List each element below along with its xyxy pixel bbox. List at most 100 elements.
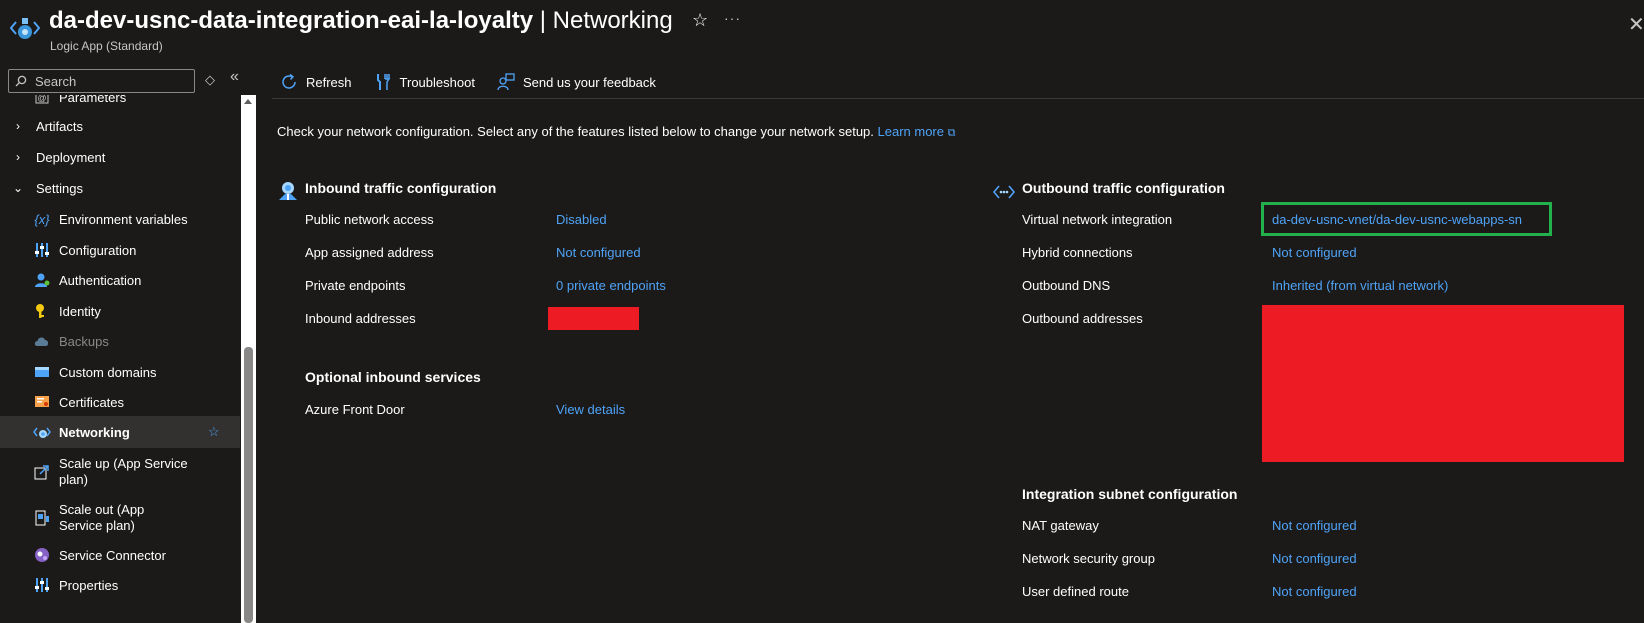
svg-text:@: @ — [37, 95, 46, 103]
app-assigned-address-link[interactable]: Not configured — [556, 245, 641, 260]
sidebar-group-deployment[interactable]: › Deployment — [0, 146, 240, 168]
chevron-right-icon: › — [16, 150, 20, 164]
inbound-row-label: Private endpoints — [305, 278, 406, 293]
sidebar-scrollbar[interactable] — [241, 95, 256, 623]
public-network-access-link[interactable]: Disabled — [556, 212, 607, 227]
inbound-title: Inbound traffic configuration — [305, 180, 497, 196]
outbound-row-label: Outbound DNS — [1022, 278, 1111, 293]
intro-text: Check your network configuration. Select… — [277, 124, 955, 140]
close-icon[interactable]: ✕ — [1628, 12, 1644, 37]
scale-up-icon — [33, 463, 51, 481]
sidebar-item-label: Environment variables — [59, 211, 188, 227]
integration-subnet-title: Integration subnet configuration — [1022, 486, 1238, 502]
troubleshoot-button[interactable]: Troubleshoot — [374, 73, 475, 91]
sidebar-item-properties[interactable]: Properties — [0, 573, 240, 597]
parameters-icon: @ — [33, 95, 51, 106]
chevron-down-icon: ⌄ — [12, 181, 24, 195]
page-title: da-dev-usnc-data-integration-eai-la-loya… — [49, 7, 673, 35]
sidebar-item-label: Service Connector — [59, 547, 166, 563]
toolbar-divider — [272, 98, 1644, 99]
outbound-row-label: Hybrid connections — [1022, 245, 1133, 260]
page-header: da-dev-usnc-data-integration-eai-la-loya… — [0, 0, 1644, 60]
sidebar-item-authentication[interactable]: Authentication — [0, 268, 240, 292]
troubleshoot-icon — [374, 73, 392, 91]
command-bar: Refresh Troubleshoot Send us your feedba… — [280, 70, 678, 94]
sidebar-item-networking[interactable]: Networking ☆ — [0, 416, 240, 448]
logic-app-icon — [10, 18, 40, 39]
scale-out-icon — [33, 509, 51, 527]
inbound-addresses-redaction — [548, 307, 639, 330]
sidebar-item-parameters[interactable]: @ Parameters — [0, 95, 240, 107]
outbound-row-label: Outbound addresses — [1022, 311, 1143, 326]
sidebar-item-label: Custom domains — [59, 364, 157, 380]
sidebar-item-label: Scale up (App Service plan) — [59, 456, 188, 487]
external-link-icon: ⧉ — [947, 127, 956, 139]
sidebar-item-label: Configuration — [59, 242, 137, 258]
optional-inbound-row-label: Azure Front Door — [305, 402, 405, 417]
key-icon — [33, 302, 51, 320]
inbound-row-label: Public network access — [305, 212, 434, 227]
hybrid-connections-link[interactable]: Not configured — [1272, 245, 1357, 260]
sidebar-item-label: Settings — [36, 180, 83, 196]
backup-cloud-icon — [33, 332, 51, 350]
integration-subnet-row-label: Network security group — [1022, 551, 1155, 566]
sidebar-item-label: Deployment — [36, 149, 106, 165]
feedback-icon — [497, 73, 515, 91]
inbound-row-label: Inbound addresses — [305, 311, 416, 326]
refresh-button[interactable]: Refresh — [280, 73, 352, 91]
scroll-up-arrow-icon[interactable] — [244, 99, 252, 104]
favorite-star-icon[interactable]: ☆ — [208, 424, 220, 440]
inbound-traffic-icon — [279, 182, 297, 200]
sidebar-group-artifacts[interactable]: › Artifacts — [0, 115, 240, 137]
title-separator: | — [539, 7, 546, 34]
custom-domains-icon — [33, 363, 51, 381]
outbound-traffic-icon — [993, 185, 1015, 199]
send-feedback-button[interactable]: Send us your feedback — [497, 73, 656, 91]
sidebar-item-label: Identity — [59, 303, 101, 319]
virtual-network-integration-link[interactable]: da-dev-usnc-vnet/da-dev-usnc-webapps-sn — [1272, 212, 1522, 227]
sidebar-item-backups[interactable]: Backups — [0, 329, 240, 353]
sidebar-item-label: Networking — [59, 424, 130, 440]
sidebar-item-scale-out[interactable]: Scale out (App Service plan) — [0, 501, 240, 535]
search-input[interactable] — [35, 73, 185, 89]
resource-name: da-dev-usnc-data-integration-eai-la-loya… — [49, 7, 534, 34]
sidebar-item-label: Backups — [59, 333, 109, 349]
properties-icon — [33, 576, 51, 594]
sidebar-item-identity[interactable]: Identity — [0, 299, 240, 323]
outbound-addresses-redaction — [1262, 305, 1624, 462]
more-options-icon[interactable]: ··· — [724, 10, 741, 26]
outbound-dns-link[interactable]: Inherited (from virtual network) — [1272, 278, 1448, 293]
learn-more-label: Learn more — [877, 124, 944, 139]
troubleshoot-label: Troubleshoot — [399, 74, 475, 90]
learn-more-link[interactable]: Learn more ⧉ — [878, 124, 956, 139]
sidebar-search[interactable] — [8, 69, 195, 93]
private-endpoints-link[interactable]: 0 private endpoints — [556, 278, 666, 293]
nat-gateway-link[interactable]: Not configured — [1272, 518, 1357, 533]
sidebar-item-certificates[interactable]: Certificates — [0, 390, 240, 414]
sidebar-item-environment-variables[interactable]: {x} Environment variables — [0, 207, 240, 231]
sort-icon[interactable]: ◇ — [205, 72, 215, 88]
outbound-row-label: Virtual network integration — [1022, 212, 1173, 227]
environment-variables-icon: {x} — [34, 211, 50, 227]
search-icon — [15, 75, 27, 87]
sidebar-item-configuration[interactable]: Configuration — [0, 238, 240, 262]
resource-type: Logic App (Standard) — [50, 39, 163, 53]
collapse-sidebar-icon[interactable]: « — [230, 68, 239, 86]
refresh-icon — [280, 73, 298, 91]
configuration-icon — [33, 241, 51, 259]
sidebar-item-label: Artifacts — [36, 118, 83, 134]
refresh-label: Refresh — [306, 74, 352, 90]
send-feedback-label: Send us your feedback — [522, 74, 656, 90]
sidebar-item-service-connector[interactable]: Service Connector — [0, 543, 240, 567]
azure-front-door-view-details-link[interactable]: View details — [556, 402, 625, 417]
sidebar-item-custom-domains[interactable]: Custom domains — [0, 360, 240, 384]
network-security-group-link[interactable]: Not configured — [1272, 551, 1357, 566]
user-defined-route-link[interactable]: Not configured — [1272, 584, 1357, 599]
integration-subnet-row-label: NAT gateway — [1022, 518, 1099, 533]
favorite-star-icon[interactable]: ☆ — [692, 10, 708, 31]
sidebar-group-settings[interactable]: ⌄ Settings — [0, 177, 240, 199]
section-name: Networking — [552, 7, 673, 34]
sidebar-item-label: Properties — [59, 577, 119, 593]
scrollbar-thumb[interactable] — [244, 347, 253, 623]
sidebar-item-scale-up[interactable]: Scale up (App Service plan) — [0, 455, 240, 489]
